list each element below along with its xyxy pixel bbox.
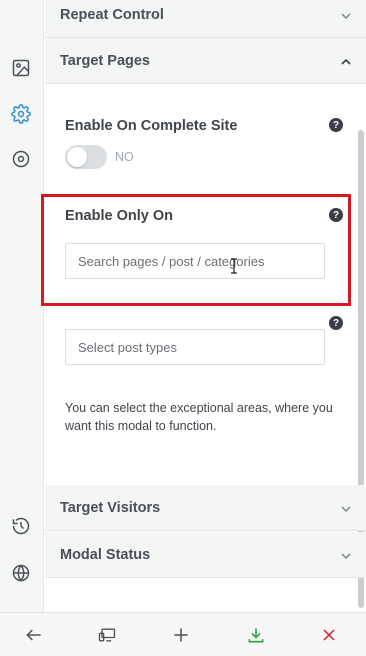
complete-site-label: Enable On Complete Site: [65, 118, 238, 134]
chevron-up-icon: [340, 55, 352, 67]
bottom-toolbar: [0, 612, 366, 656]
settings-panel: Repeat Control Target Pages Enable On Co…: [41, 0, 366, 612]
section-title: Target Pages: [60, 52, 150, 69]
gear-icon[interactable]: [9, 102, 33, 126]
target-icon[interactable]: [9, 147, 33, 171]
help-text: You can select the exceptional areas, wh…: [65, 401, 333, 433]
chevron-down-icon: [340, 9, 352, 21]
post-types-select[interactable]: [65, 329, 325, 365]
enable-only-on-label: Enable Only On: [65, 208, 173, 224]
section-title: Target Visitors: [60, 499, 161, 516]
help-icon[interactable]: ?: [329, 316, 343, 330]
responsive-preview-icon[interactable]: [95, 623, 119, 647]
section-title: Repeat Control: [60, 6, 164, 23]
text-cursor-icon: [231, 258, 237, 274]
section-title: Modal Status: [60, 546, 151, 563]
back-arrow-icon[interactable]: [22, 623, 46, 647]
toggle-state-label: NO: [115, 150, 134, 164]
history-icon[interactable]: [9, 514, 33, 538]
section-target-visitors[interactable]: Target Visitors: [45, 485, 366, 531]
left-rail: [0, 0, 44, 612]
help-icon[interactable]: ?: [329, 208, 343, 222]
section-modal-status[interactable]: Modal Status: [45, 532, 366, 578]
section-repeat-control[interactable]: Repeat Control: [45, 0, 366, 38]
download-icon[interactable]: [244, 623, 268, 647]
section-target-pages[interactable]: Target Pages: [45, 38, 366, 84]
globe-icon[interactable]: [9, 561, 33, 585]
image-icon[interactable]: [9, 56, 33, 80]
complete-site-toggle[interactable]: [65, 145, 107, 169]
help-icon[interactable]: ?: [329, 118, 343, 132]
chevron-down-icon: [340, 549, 352, 561]
add-icon[interactable]: [169, 623, 193, 647]
pages-search-input[interactable]: [65, 243, 325, 279]
chevron-down-icon: [340, 502, 352, 514]
close-icon[interactable]: [317, 623, 341, 647]
toggle-knob: [67, 147, 87, 167]
